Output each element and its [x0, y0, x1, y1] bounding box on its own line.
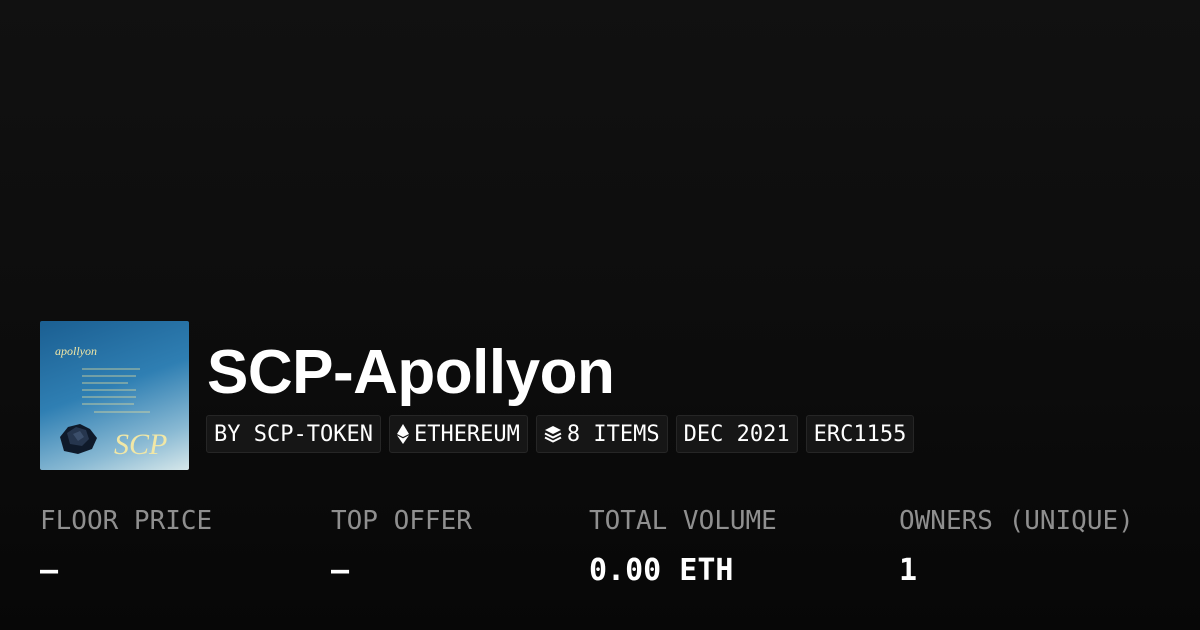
thumbnail-heading: apollyon [55, 344, 97, 358]
thumbnail-monogram: SCP [114, 428, 167, 461]
ethereum-icon [396, 424, 409, 444]
collection-title: SCP-Apollyon [207, 338, 615, 407]
stat-value: 0.00 ETH [589, 553, 734, 588]
chain-tag[interactable]: ETHEREUM [388, 415, 528, 453]
token-standard-tag[interactable]: ERC1155 [805, 415, 915, 453]
created-date-tag[interactable]: DEC 2021 [675, 415, 798, 453]
stat-total-volume: TOTAL VOLUME 0.00 ETH [589, 503, 777, 589]
thumbnail-artwork: apollyon SCP [55, 344, 167, 461]
stat-owners: OWNERS (UNIQUE) 1 [899, 503, 1134, 589]
items-tag[interactable]: 8 ITEMS [535, 415, 668, 453]
creator-tag-label: BY SCP-TOKEN [214, 421, 373, 447]
stat-floor-price: FLOOR PRICE — [40, 503, 212, 589]
stat-label: TOP OFFER [331, 506, 472, 536]
creator-tag[interactable]: BY SCP-TOKEN [206, 415, 381, 453]
items-tag-label: 8 ITEMS [566, 421, 660, 447]
created-date-tag-label: DEC 2021 [683, 421, 790, 447]
stat-top-offer: TOP OFFER — [331, 503, 472, 589]
stat-label: FLOOR PRICE [40, 506, 213, 536]
stat-label: OWNERS (UNIQUE) [899, 506, 1134, 536]
collection-tags: BY SCP-TOKEN ETHEREUM 8 ITEMS DEC 2021 E… [206, 415, 915, 453]
thumbnail-poem-lines [82, 368, 150, 413]
layers-icon [544, 425, 562, 443]
token-standard-tag-label: ERC1155 [813, 421, 907, 447]
stat-value: 1 [899, 553, 918, 588]
collection-thumbnail: apollyon SCP [40, 321, 189, 470]
chain-tag-label: ETHEREUM [413, 421, 520, 447]
stat-value: — [40, 553, 59, 588]
rock-icon [60, 424, 97, 454]
stat-value: — [331, 553, 350, 588]
stat-label: TOTAL VOLUME [589, 506, 777, 536]
